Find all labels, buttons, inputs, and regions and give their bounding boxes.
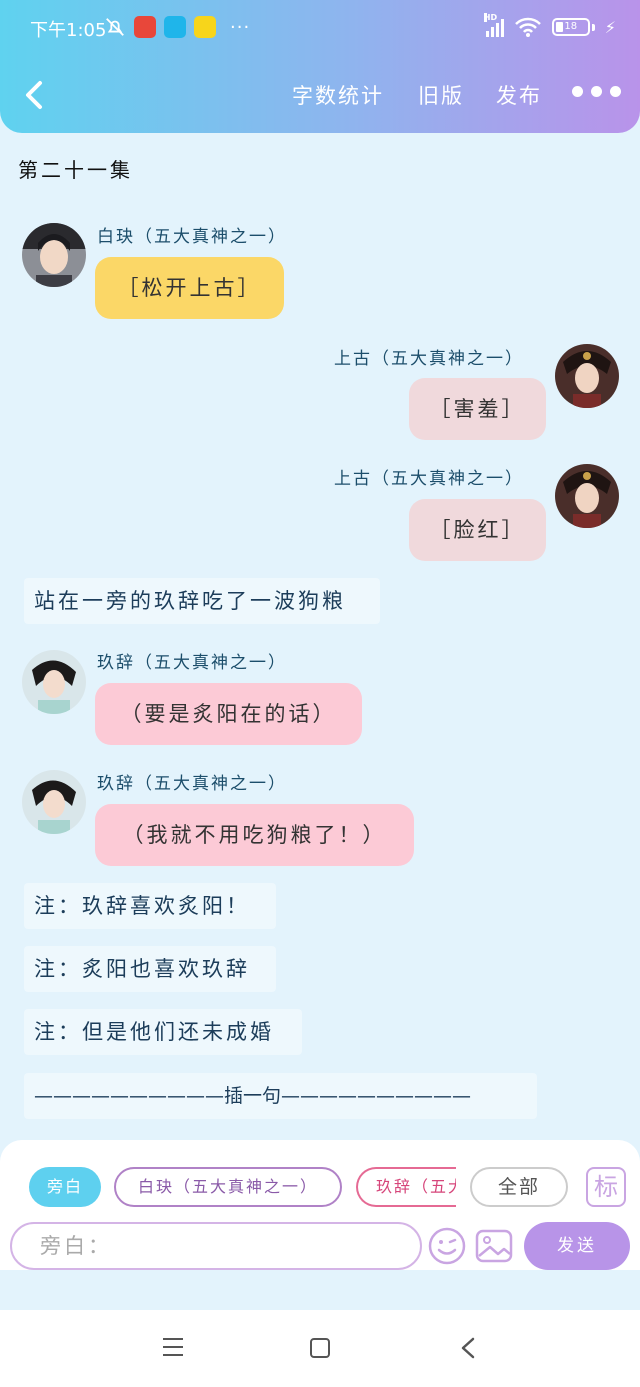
more-dot-icon xyxy=(572,86,583,97)
message-bubble[interactable]: （我就不用吃狗粮了！） xyxy=(95,804,414,866)
battery-tip xyxy=(591,23,595,31)
wifi-icon xyxy=(514,17,541,37)
signal-icon: HD xyxy=(483,13,504,37)
message-bubble[interactable]: （要是炙阳在的话） xyxy=(95,683,362,745)
top-header: 下午1:05 ··· HD 18 ⚡ 字数统计 旧版 发布 xyxy=(0,0,640,133)
emoji-icon[interactable] xyxy=(427,1226,467,1266)
battery-percent: 18 xyxy=(564,21,578,32)
status-more-indicator: ··· xyxy=(230,16,251,38)
publish-button[interactable]: 发布 xyxy=(496,80,542,110)
novel-app-icon xyxy=(194,16,216,38)
speaker-name: 白玦（五大真神之一） xyxy=(97,227,287,247)
speaker-name: 玖辞（五大真神之一） xyxy=(97,774,287,794)
battery-icon: 18 xyxy=(551,18,590,36)
narration-line[interactable]: 注：玖辞喜欢炙阳！ xyxy=(24,883,276,929)
status-system-icons: HD 18 ⚡ xyxy=(483,13,616,38)
narration-line[interactable]: 站在一旁的玖辞吃了一波狗粮 xyxy=(24,578,380,624)
back-button[interactable] xyxy=(18,78,50,112)
message-bubble[interactable]: ［脸红］ xyxy=(409,499,546,561)
narration-line[interactable]: ——————————插一句—————————— xyxy=(24,1073,537,1119)
message-bubble[interactable]: ［松开上古］ xyxy=(95,257,284,319)
status-bar: 下午1:05 ··· HD 18 ⚡ xyxy=(0,0,640,58)
word-count-button[interactable]: 字数统计 xyxy=(292,80,384,110)
avatar-shanggu[interactable] xyxy=(555,464,619,528)
narration-line[interactable]: 注：炙阳也喜欢玖辞 xyxy=(24,946,276,992)
old-version-button[interactable]: 旧版 xyxy=(418,80,464,110)
status-time: 下午1:05 xyxy=(30,20,107,41)
app-notification-icon xyxy=(134,16,156,38)
bottom-spacer xyxy=(0,1270,640,1310)
back-triangle-icon[interactable] xyxy=(458,1336,478,1360)
role-chip-all[interactable]: 全部 xyxy=(470,1167,568,1207)
narration-line[interactable]: 注：但是他们还未成婚 xyxy=(24,1009,302,1055)
status-notification-icons: ··· xyxy=(104,16,250,38)
home-icon[interactable] xyxy=(310,1338,330,1358)
role-chip-baijue[interactable]: 白玦（五大真神之一） xyxy=(114,1167,342,1207)
avatar-shanggu[interactable] xyxy=(555,344,619,408)
more-dot-icon xyxy=(591,86,602,97)
message-input[interactable]: 旁白： xyxy=(10,1222,422,1270)
message-bubble[interactable]: ［害羞］ xyxy=(409,378,546,440)
more-dot-icon xyxy=(610,86,621,97)
episode-title: 第二十一集 xyxy=(18,158,133,182)
menu-icon[interactable] xyxy=(163,1338,183,1356)
tag-button[interactable]: 标 xyxy=(586,1167,626,1207)
image-icon[interactable] xyxy=(474,1226,514,1266)
video-app-icon xyxy=(164,16,186,38)
mute-bell-icon xyxy=(106,18,124,36)
speaker-name: 玖辞（五大真神之一） xyxy=(97,653,287,673)
avatar-baijue[interactable] xyxy=(22,223,86,287)
system-nav-bar xyxy=(0,1310,640,1387)
role-chip-jiuci[interactable]: 玖辞（五大真神之一） xyxy=(356,1167,456,1207)
speaker-name: 上古（五大真神之一） xyxy=(334,349,524,369)
speaker-name: 上古（五大真神之一） xyxy=(334,469,524,489)
hd-label: HD xyxy=(483,13,498,22)
avatar-jiuci[interactable] xyxy=(22,650,86,714)
avatar-jiuci[interactable] xyxy=(22,770,86,834)
send-button[interactable]: 发送 xyxy=(524,1222,630,1270)
charging-icon: ⚡ xyxy=(604,17,616,37)
more-options-button[interactable] xyxy=(572,86,621,97)
role-chip-narrator[interactable]: 旁白 xyxy=(29,1167,101,1207)
